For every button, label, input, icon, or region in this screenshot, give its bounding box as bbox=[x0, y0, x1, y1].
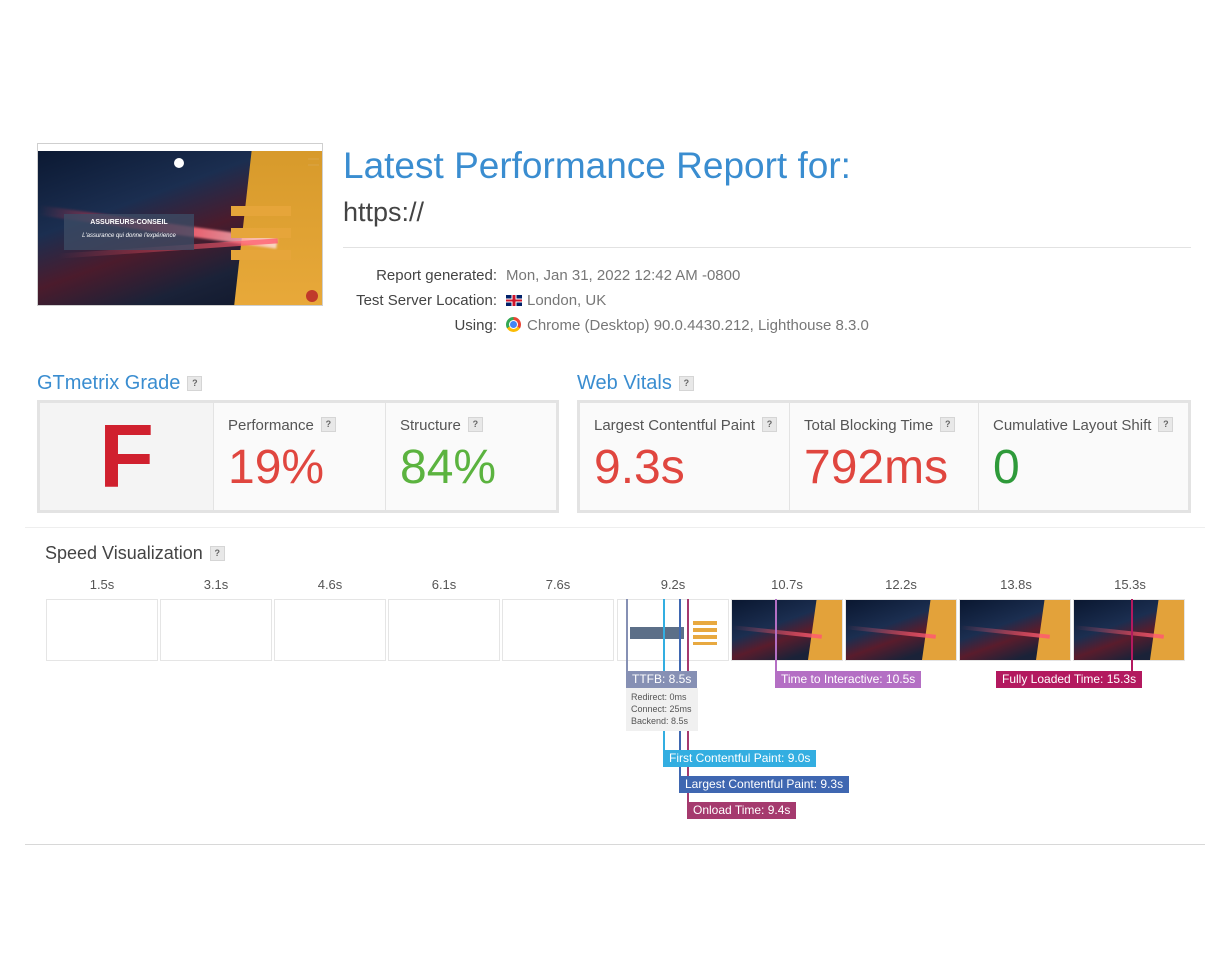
meta-server-location: Test Server Location: London, UK bbox=[343, 292, 943, 312]
ttfb-marker-line bbox=[626, 599, 628, 671]
meta-label: Report generated: bbox=[376, 267, 497, 284]
connect-time: Connect: 25ms bbox=[631, 704, 692, 714]
filmstrip-frame[interactable] bbox=[274, 599, 386, 661]
site-button bbox=[231, 250, 291, 260]
onload-tag[interactable]: Onload Time: 9.4s bbox=[687, 802, 797, 819]
chat-icon bbox=[306, 290, 318, 302]
uk-flag-icon bbox=[506, 295, 522, 306]
site-button bbox=[231, 228, 291, 238]
site-brand-subtitle: L'assurance qui donne l'expérience bbox=[82, 233, 176, 239]
lcp-tag[interactable]: Largest Contentful Paint: 9.3s bbox=[679, 776, 850, 793]
grade-cell: F bbox=[40, 403, 213, 510]
filmstrip-frame[interactable] bbox=[502, 599, 614, 661]
cls-cell: Cumulative Layout Shift? 0 bbox=[978, 403, 1188, 510]
lcp-label: Largest Contentful Paint bbox=[594, 417, 755, 434]
tbt-value: 792ms bbox=[804, 441, 949, 494]
lcp-cell: Largest Contentful Paint? 9.3s bbox=[580, 403, 789, 510]
web-vitals-panel: Largest Contentful Paint? 9.3s Total Blo… bbox=[577, 400, 1191, 513]
filmstrip-frame[interactable] bbox=[845, 599, 957, 661]
timeline-tick: 4.6s bbox=[317, 577, 343, 592]
tti-tag[interactable]: Time to Interactive: 10.5s bbox=[775, 671, 922, 688]
help-icon[interactable]: ? bbox=[761, 417, 777, 432]
structure-label: Structure bbox=[400, 417, 461, 434]
help-icon[interactable]: ? bbox=[209, 546, 225, 561]
timeline-tick: 6.1s bbox=[431, 577, 457, 592]
web-vitals-heading: Web Vitals? bbox=[577, 372, 694, 395]
site-button bbox=[231, 206, 291, 216]
timeline-tick: 1.5s bbox=[89, 577, 115, 592]
filmstrip-frame[interactable] bbox=[731, 599, 843, 661]
menu-icon bbox=[308, 158, 319, 166]
report-title: Latest Performance Report for: bbox=[343, 145, 851, 186]
filmstrip-frame[interactable] bbox=[46, 599, 158, 661]
tti-marker-line bbox=[775, 599, 777, 671]
grade-letter: F bbox=[99, 407, 154, 507]
cls-value: 0 bbox=[993, 441, 1020, 494]
help-icon[interactable]: ? bbox=[1158, 417, 1174, 432]
lcp-value: 9.3s bbox=[594, 441, 685, 494]
tbt-label: Total Blocking Time bbox=[804, 417, 934, 434]
cls-label: Cumulative Layout Shift bbox=[993, 417, 1152, 434]
page-screenshot-thumbnail[interactable]: ASSUREURS-CONSEIL L'assurance qui donne … bbox=[37, 143, 323, 306]
fully-loaded-tag[interactable]: Fully Loaded Time: 15.3s bbox=[996, 671, 1143, 688]
meta-label: Test Server Location: bbox=[356, 292, 497, 309]
tbt-cell: Total Blocking Time? 792ms bbox=[789, 403, 978, 510]
chrome-icon bbox=[506, 317, 521, 332]
structure-cell: Structure? 84% bbox=[385, 403, 556, 510]
divider bbox=[343, 247, 1191, 248]
timeline-tick: 12.2s bbox=[885, 577, 917, 592]
filmstrip-frame[interactable] bbox=[388, 599, 500, 661]
ttfb-breakdown: Redirect: 0ms Connect: 25ms Backend: 8.5… bbox=[626, 688, 698, 731]
meta-value: Mon, Jan 31, 2022 12:42 AM -0800 bbox=[506, 267, 741, 284]
ttfb-tag[interactable]: TTFB: 8.5s bbox=[626, 671, 698, 688]
help-icon[interactable]: ? bbox=[940, 417, 956, 432]
performance-value: 19% bbox=[228, 441, 325, 494]
timeline-tick: 10.7s bbox=[771, 577, 803, 592]
filmstrip-frame[interactable] bbox=[959, 599, 1071, 661]
help-icon[interactable]: ? bbox=[678, 376, 694, 391]
gtmetrix-grade-panel: F Performance? 19% Structure? 84% bbox=[37, 400, 559, 513]
redirect-time: Redirect: 0ms bbox=[631, 692, 687, 702]
help-icon[interactable]: ? bbox=[187, 376, 203, 391]
timeline-tick: 15.3s bbox=[1114, 577, 1146, 592]
meta-using: Using: Chrome (Desktop) 90.0.4430.212, L… bbox=[343, 317, 943, 337]
filmstrip-frame[interactable] bbox=[617, 599, 729, 661]
speed-visualization-heading: Speed Visualization? bbox=[45, 543, 225, 564]
timeline-tick: 7.6s bbox=[545, 577, 571, 592]
site-brand-box: ASSUREURS-CONSEIL L'assurance qui donne … bbox=[64, 214, 194, 250]
help-icon[interactable]: ? bbox=[467, 417, 483, 432]
meta-report-generated: Report generated: Mon, Jan 31, 2022 12:4… bbox=[343, 267, 943, 287]
gtmetrix-grade-heading: GTmetrix Grade? bbox=[37, 372, 203, 395]
timeline-tick: 9.2s bbox=[660, 577, 686, 592]
performance-cell: Performance? 19% bbox=[213, 403, 385, 510]
site-logo bbox=[174, 158, 184, 168]
performance-label: Performance bbox=[228, 417, 314, 434]
filmstrip-frame[interactable] bbox=[1073, 599, 1185, 661]
timeline-tick: 3.1s bbox=[203, 577, 229, 592]
timeline-tick: 13.8s bbox=[1000, 577, 1032, 592]
backend-time: Backend: 8.5s bbox=[631, 716, 689, 726]
meta-value: London, UK bbox=[527, 292, 607, 309]
structure-value: 84% bbox=[400, 441, 497, 494]
meta-label: Using: bbox=[454, 317, 497, 334]
help-icon[interactable]: ? bbox=[320, 417, 336, 432]
meta-value: Chrome (Desktop) 90.0.4430.212, Lighthou… bbox=[527, 317, 869, 334]
site-brand-title: ASSUREURS-CONSEIL bbox=[90, 219, 168, 226]
fully-loaded-marker-line bbox=[1131, 599, 1133, 671]
report-url[interactable]: https:// bbox=[343, 197, 424, 228]
filmstrip-frame[interactable] bbox=[160, 599, 272, 661]
fcp-tag[interactable]: First Contentful Paint: 9.0s bbox=[663, 750, 817, 767]
